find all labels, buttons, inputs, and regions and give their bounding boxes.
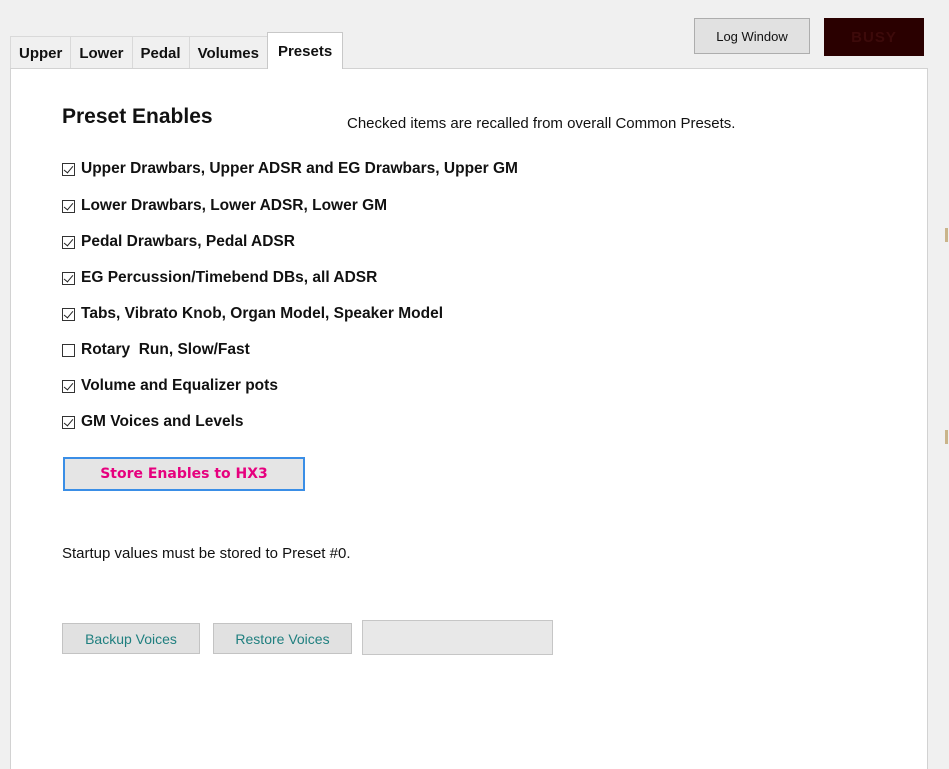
tab-upper[interactable]: Upper xyxy=(10,36,72,69)
option-label: Pedal Drawbars, Pedal ADSR xyxy=(81,233,295,250)
preset-enable-option[interactable]: Volume and Equalizer pots xyxy=(62,375,278,397)
page-title: Preset Enables xyxy=(62,105,213,128)
preset-enable-option[interactable]: GM Voices and Levels xyxy=(62,411,244,433)
presets-panel: Preset Enables Checked items are recalle… xyxy=(10,68,928,769)
preset-enable-option[interactable]: Rotary Run, Slow/Fast xyxy=(62,339,250,361)
startup-note: Startup values must be stored to Preset … xyxy=(62,545,351,562)
tab-pedal[interactable]: Pedal xyxy=(131,36,190,69)
checkbox[interactable] xyxy=(62,379,75,393)
status-field xyxy=(362,620,553,655)
checkbox[interactable] xyxy=(62,162,75,176)
edge-divider xyxy=(945,228,948,242)
backup-voices-button[interactable]: Backup Voices xyxy=(62,623,200,654)
option-label: Upper Drawbars, Upper ADSR and EG Drawba… xyxy=(81,160,518,177)
store-enables-button[interactable]: Store Enables to HX3 xyxy=(63,457,305,491)
option-label: Rotary Run, Slow/Fast xyxy=(81,341,250,358)
option-label: GM Voices and Levels xyxy=(81,413,244,430)
checkbox[interactable] xyxy=(62,271,75,285)
checkbox[interactable] xyxy=(62,199,75,213)
tab-volumes[interactable]: Volumes xyxy=(188,36,268,69)
preset-enable-option[interactable]: Upper Drawbars, Upper ADSR and EG Drawba… xyxy=(62,158,518,180)
busy-indicator: BUSY xyxy=(824,18,924,56)
tab-lower[interactable]: Lower xyxy=(70,36,133,69)
preset-enable-option[interactable]: Tabs, Vibrato Knob, Organ Model, Speaker… xyxy=(62,303,443,325)
checkbox[interactable] xyxy=(62,343,75,357)
option-label: Volume and Equalizer pots xyxy=(81,377,278,394)
option-label: Tabs, Vibrato Knob, Organ Model, Speaker… xyxy=(81,305,444,322)
edge-divider xyxy=(945,430,948,444)
presets-window: Upper Lower Pedal Volumes Presets Log Wi… xyxy=(0,0,949,769)
preset-enable-option[interactable]: Pedal Drawbars, Pedal ADSR xyxy=(62,231,295,253)
option-label: Lower Drawbars, Lower ADSR, Lower GM xyxy=(81,197,388,214)
tab-strip: Upper Lower Pedal Volumes Presets xyxy=(10,32,344,69)
checkbox[interactable] xyxy=(62,235,75,249)
log-window-button[interactable]: Log Window xyxy=(694,18,810,54)
hint-text: Checked items are recalled from overall … xyxy=(347,115,736,132)
tab-presets[interactable]: Presets xyxy=(266,32,344,69)
checkbox[interactable] xyxy=(62,307,75,321)
restore-voices-button[interactable]: Restore Voices xyxy=(213,623,352,654)
checkbox[interactable] xyxy=(62,415,75,429)
option-label: EG Percussion/Timebend DBs, all ADSR xyxy=(81,269,378,286)
preset-enable-option[interactable]: Lower Drawbars, Lower ADSR, Lower GM xyxy=(62,195,387,217)
preset-enable-option[interactable]: EG Percussion/Timebend DBs, all ADSR xyxy=(62,267,377,289)
